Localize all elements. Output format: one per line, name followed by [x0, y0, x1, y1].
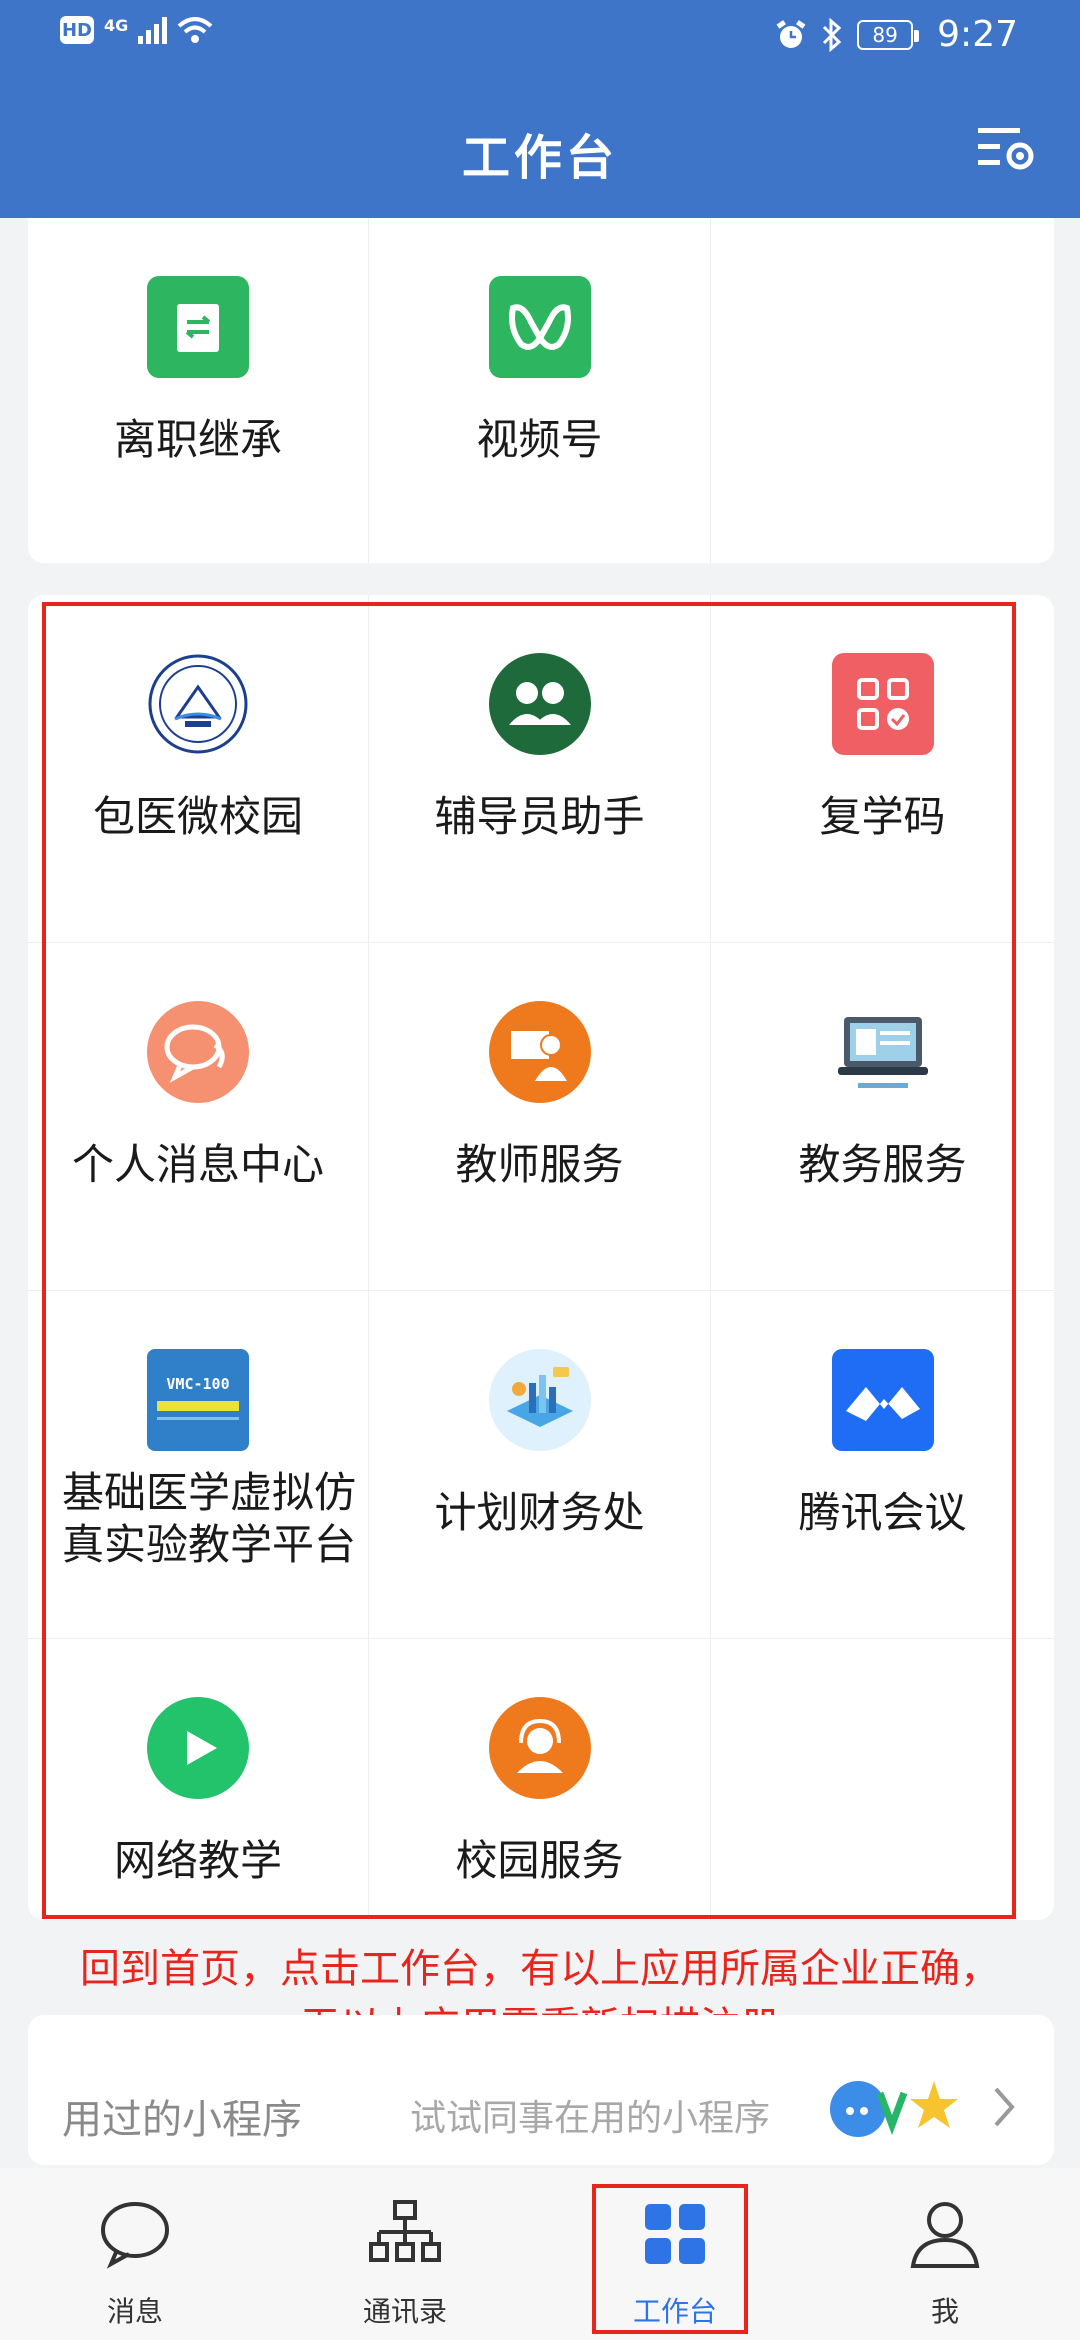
- vmc-badge-text: VMC-100: [166, 1375, 229, 1393]
- headset-service-icon: [488, 1697, 591, 1799]
- app-campus[interactable]: 包医微校园: [28, 595, 369, 943]
- app-message-center[interactable]: 个人消息中心: [28, 943, 369, 1291]
- signal-icon: [138, 16, 168, 44]
- app-label: 视频号: [476, 415, 603, 464]
- bluetooth-icon: [823, 17, 842, 52]
- chat-bubbles-icon: [147, 1001, 249, 1103]
- tab-label: 我: [930, 2295, 959, 2328]
- app-label: 教务服务: [798, 1140, 967, 1189]
- profile-icon: [910, 2202, 980, 2268]
- app-label: 复学码: [819, 792, 946, 841]
- wifi-icon: [177, 17, 213, 43]
- mini-programs-row[interactable]: 用过的小程序 试试同事在用的小程序: [28, 2015, 1054, 2165]
- mini-program-avatars-icon: [830, 2081, 958, 2137]
- header: HD 4G 89 9:27 工作台: [0, 0, 1080, 218]
- tab-contacts[interactable]: 通讯录: [270, 2168, 540, 2340]
- status-bar: HD 4G 89 9:27: [0, 0, 1080, 74]
- app-teacher-service[interactable]: 教师服务: [369, 943, 711, 1291]
- bottom-nav: 消息 通讯录 工作台 我: [0, 2168, 1080, 2340]
- nav-highlight-frame: [592, 2184, 748, 2334]
- used-mini-programs[interactable]: 用过的小程序: [62, 2087, 302, 2145]
- contacts-tree-icon: [369, 2200, 441, 2262]
- app-counselor[interactable]: 辅导员助手: [369, 595, 711, 943]
- hd-icon: HD: [60, 16, 94, 44]
- network-type: 4G: [104, 16, 129, 35]
- settings-list-icon[interactable]: [976, 120, 1036, 176]
- app-label: 计划财务处: [434, 1488, 645, 1537]
- page-title: 工作台: [461, 130, 618, 186]
- app-label: 教师服务: [455, 1140, 624, 1189]
- app-label: 腾讯会议: [798, 1488, 967, 1537]
- try-mini-programs[interactable]: 试试同事在用的小程序: [410, 2089, 770, 2141]
- empty-cell: [711, 218, 1054, 563]
- app-handover[interactable]: 离职继承: [28, 218, 369, 563]
- app-channels[interactable]: 视频号: [369, 218, 711, 563]
- app-return-code[interactable]: 复学码: [711, 595, 1054, 943]
- app-label: 包医微校园: [92, 792, 303, 841]
- app-campus-service[interactable]: 校园服务: [369, 1639, 711, 1920]
- clock: 9:27: [937, 14, 1018, 55]
- academic-system-icon: [832, 1001, 934, 1103]
- vmc-icon: VMC-100: [147, 1349, 249, 1451]
- app-label: 离职继承: [113, 415, 282, 464]
- app-academic-service[interactable]: 教务服务: [711, 943, 1054, 1291]
- channels-icon: [488, 276, 591, 378]
- chevron-right-icon[interactable]: [984, 2077, 1024, 2137]
- handover-icon: [147, 276, 249, 378]
- tab-label: 消息: [106, 2295, 163, 2328]
- app-finance[interactable]: 计划财务处: [369, 1291, 711, 1639]
- teacher-icon: [488, 1001, 591, 1103]
- app-label: 个人消息中心: [71, 1140, 324, 1189]
- app-online-teaching[interactable]: 网络教学: [28, 1639, 369, 1920]
- play-icon: [147, 1697, 249, 1799]
- alarm-icon: [776, 19, 806, 48]
- empty-cell: [711, 1639, 1054, 1920]
- app-card-school: 包医微校园 辅导员助手 复学码 个人消息中心 教师服务 教务服务 VMC-100…: [28, 595, 1054, 1920]
- qr-code-check-icon: [831, 653, 934, 755]
- app-label: 网络教学: [113, 1836, 282, 1885]
- tab-me[interactable]: 我: [810, 2168, 1080, 2340]
- tab-messages[interactable]: 消息: [0, 2168, 270, 2340]
- app-label: 基础医学虚拟仿真实验教学平台: [62, 1468, 357, 1569]
- tab-label: 通讯录: [362, 2295, 447, 2328]
- app-label: 辅导员助手: [434, 792, 645, 841]
- message-icon: [101, 2202, 169, 2269]
- app-card-top: 离职继承 视频号: [28, 218, 1054, 563]
- app-tencent-meeting[interactable]: 腾讯会议: [711, 1291, 1054, 1639]
- finance-icon: [488, 1349, 591, 1451]
- battery-icon: 89: [857, 19, 920, 50]
- app-virtual-lab[interactable]: VMC-100 基础医学虚拟仿真实验教学平台: [28, 1291, 369, 1639]
- university-seal-icon: [147, 653, 249, 755]
- annotation-line: 回到首页，点击工作台，有以上应用所属企业正确，: [80, 1946, 1000, 1992]
- counselor-icon: [488, 653, 591, 755]
- tencent-meeting-icon: [831, 1349, 934, 1451]
- app-label: 校园服务: [455, 1836, 624, 1885]
